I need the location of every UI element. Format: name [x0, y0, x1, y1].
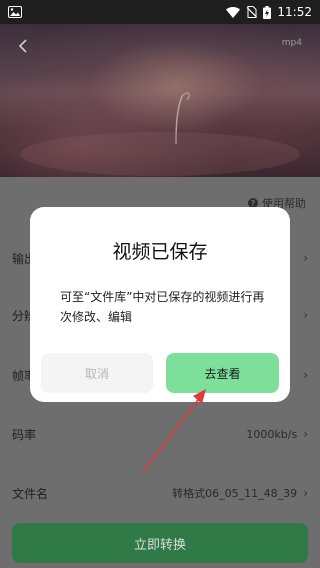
video-preview[interactable]: mp4	[0, 24, 320, 177]
status-bar: 11:52	[0, 0, 320, 24]
setting-value: 转格式06_05_11_48_39	[172, 487, 298, 500]
status-right: 11:52	[226, 5, 312, 19]
battery-charging-icon	[263, 5, 272, 19]
cancel-button[interactable]: 取消	[41, 353, 153, 393]
setting-value-container: 1000kb/s ›	[246, 427, 308, 441]
status-left	[8, 6, 22, 18]
view-button[interactable]: 去查看	[166, 353, 279, 393]
saved-dialog: 视频已保存 可至“文件库”中对已保存的视频进行再次修改、编辑 取消 去查看	[30, 207, 290, 402]
wifi-icon	[226, 6, 241, 18]
setting-label: 码率	[12, 427, 37, 442]
setting-label: 文件名	[12, 486, 49, 501]
chevron-right-icon: ›	[303, 368, 308, 382]
video-format-label: mp4	[281, 38, 302, 48]
setting-value-container: ›	[297, 251, 308, 265]
chevron-right-icon: ›	[303, 486, 308, 500]
dialog-message: 可至“文件库”中对已保存的视频进行再次修改、编辑	[60, 290, 265, 324]
image-icon	[8, 6, 22, 18]
plant-sprout-image	[20, 92, 300, 176]
dialog-title: 视频已保存	[112, 241, 208, 263]
no-sim-icon	[246, 6, 258, 18]
status-time: 11:52	[277, 5, 312, 19]
chevron-right-icon: ›	[303, 308, 308, 322]
setting-row-bitrate[interactable]: 码率 1000kb/s ›	[0, 414, 320, 454]
setting-value-container: ›	[297, 368, 308, 382]
setting-value-container: ›	[297, 308, 308, 322]
setting-value: 1000kb/s	[246, 427, 298, 441]
setting-row-filename[interactable]: 文件名 转格式06_05_11_48_39 ›	[0, 473, 320, 513]
chevron-right-icon: ›	[303, 427, 308, 441]
setting-value-container: 转格式06_05_11_48_39 ›	[172, 485, 308, 501]
chevron-right-icon: ›	[303, 251, 308, 265]
convert-now-button[interactable]: 立即转换	[12, 523, 308, 563]
